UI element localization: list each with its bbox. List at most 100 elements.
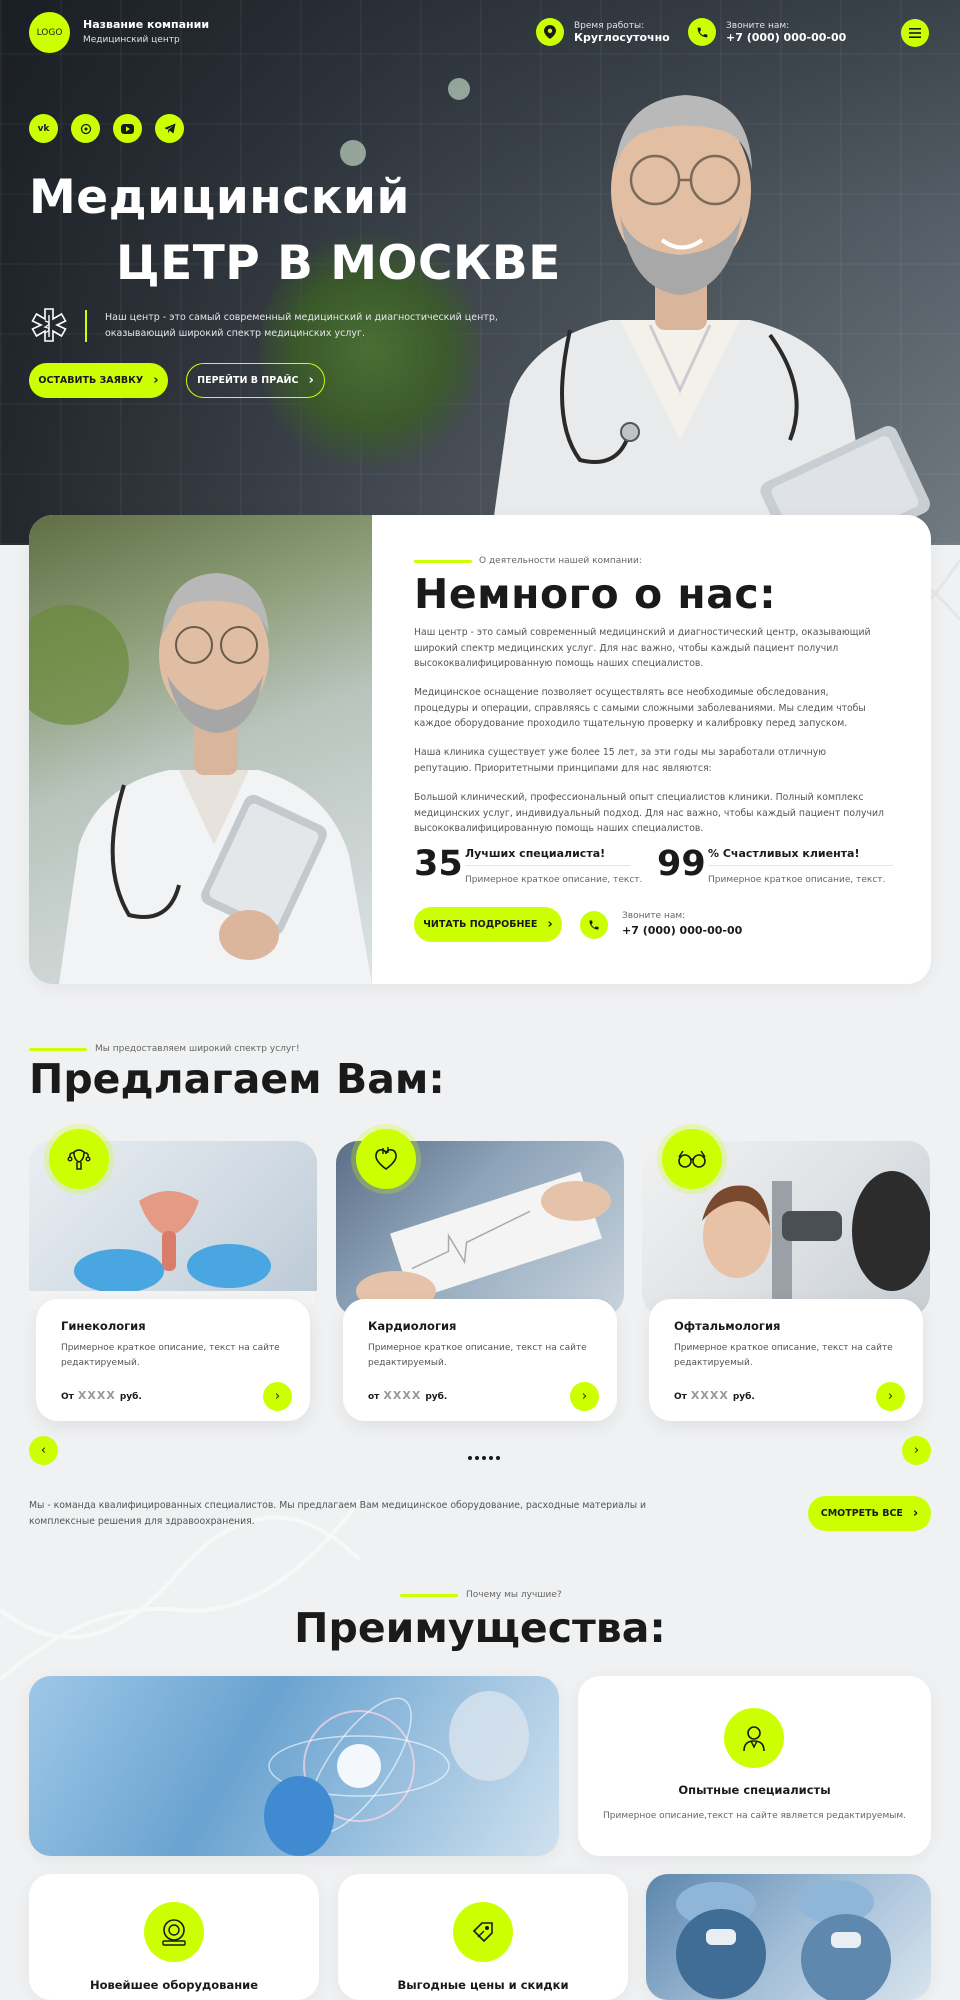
service-description: Примерное краткое описание, текст на сай… <box>61 1343 280 1368</box>
advantage-title: Новейшее оборудование <box>89 1978 259 1992</box>
price-currency: руб. <box>119 1392 142 1402</box>
service-card-body: Кардиология Примерное краткое описание, … <box>343 1299 617 1421</box>
price-from: От <box>674 1392 687 1402</box>
medical-star-icon <box>31 308 67 342</box>
slider-pagination[interactable] <box>468 1456 500 1460</box>
chevron-right-icon: › <box>308 373 314 388</box>
advantages-kicker: Почему мы лучшие? <box>466 1590 562 1600</box>
stat-number: 99 <box>657 844 706 884</box>
chevron-right-icon: › <box>153 373 159 388</box>
services-footer-text: Мы - команда квалифицированных специалис… <box>29 1500 647 1527</box>
chevron-right-icon: › <box>913 1443 920 1458</box>
heart-icon <box>356 1129 416 1189</box>
advantage-title: Опытные специалисты <box>678 1783 831 1797</box>
slider-next-button[interactable]: › <box>902 1436 931 1465</box>
service-title: Кардиология <box>368 1319 457 1333</box>
kicker-line <box>400 1594 458 1597</box>
service-card[interactable]: Кардиология Примерное краткое описание, … <box>336 1129 624 1421</box>
whatsapp-icon[interactable] <box>71 114 100 143</box>
hero-section: LOGO Название компании Медицинский центр… <box>0 0 960 545</box>
service-title: Офтальмология <box>674 1319 781 1333</box>
stat-divider <box>708 865 893 866</box>
hero-title-line1: Медицинский <box>29 170 410 225</box>
request-button[interactable]: ОСТАВИТЬ ЗАЯВКУ › <box>29 363 168 398</box>
stat-description: Примерное краткое описание, текст. <box>465 875 643 885</box>
mri-icon <box>144 1902 204 1962</box>
about-doctor-photo <box>29 515 372 984</box>
hero-divider <box>85 310 87 342</box>
about-paragraph: Большой клинический, профессиональный оп… <box>414 792 884 834</box>
hero-title-line2: ЦЕТР В МОСКВЕ <box>116 236 561 291</box>
price-button[interactable]: ПЕРЕЙТИ В ПРАЙС › <box>186 363 325 398</box>
menu-button[interactable] <box>901 19 929 47</box>
view-all-label: СМОТРЕТЬ ВСЕ <box>820 1508 903 1519</box>
chevron-right-icon: › <box>547 917 553 932</box>
advantage-card: Новейшее оборудование <box>29 1874 319 2000</box>
service-price: от XXXX руб. <box>368 1389 447 1402</box>
kicker-line <box>29 1048 87 1051</box>
telegram-icon[interactable] <box>155 114 184 143</box>
phone-label: Звоните нам: <box>726 20 790 31</box>
service-card[interactable]: Гинекология Примерное краткое описание, … <box>29 1129 317 1421</box>
read-more-button[interactable]: ЧИТАТЬ ПОДРОБНЕЕ › <box>414 907 562 942</box>
price-from: от <box>368 1392 380 1402</box>
hero-description: Наш центр - это самый современный медици… <box>105 312 498 339</box>
service-arrow-button[interactable]: › <box>263 1382 292 1411</box>
chevron-right-icon: › <box>581 1389 588 1404</box>
about-paragraph: Наш центр - это самый современный медици… <box>414 627 871 669</box>
advantage-card: Опытные специалисты Примерное описание,т… <box>578 1676 931 1856</box>
stat-divider <box>465 865 630 866</box>
uterus-icon <box>49 1129 109 1189</box>
doctor-photo <box>490 95 930 545</box>
view-all-button[interactable]: СМОТРЕТЬ ВСЕ › <box>808 1496 931 1531</box>
price-button-label: ПЕРЕЙТИ В ПРАЙС <box>197 375 299 386</box>
service-card-body: Гинекология Примерное краткое описание, … <box>36 1299 310 1421</box>
company-subtitle: Медицинский центр <box>83 35 180 45</box>
stat-title: % Счастливых клиента! <box>708 847 860 860</box>
service-card-body: Офтальмология Примерное краткое описание… <box>649 1299 923 1421</box>
bokeh-light <box>340 140 366 166</box>
logo[interactable]: LOGO <box>29 12 70 53</box>
phone-icon <box>688 18 716 46</box>
service-title: Гинекология <box>61 1319 146 1333</box>
price-value: XXXX <box>690 1389 729 1402</box>
advantages-image <box>29 1676 559 1856</box>
service-description: Примерное краткое описание, текст на сай… <box>674 1343 893 1368</box>
price-currency: руб. <box>732 1392 755 1402</box>
vk-icon[interactable]: vk <box>29 114 58 143</box>
kicker-line <box>414 560 472 563</box>
about-title: Немного о нас: <box>414 570 777 618</box>
about-phone-value[interactable]: +7 (000) 000-00-00 <box>622 924 742 937</box>
advantages-title: Преимущества: <box>294 1604 666 1652</box>
phone-icon[interactable] <box>580 911 608 939</box>
menu-icon <box>909 28 921 38</box>
discount-icon <box>453 1902 513 1962</box>
chevron-left-icon: ‹ <box>40 1443 47 1458</box>
service-card[interactable]: Офтальмология Примерное краткое описание… <box>642 1129 930 1421</box>
surgery-photo <box>646 1874 931 2000</box>
doctor-icon <box>724 1708 784 1768</box>
chevron-right-icon: › <box>274 1389 281 1404</box>
glasses-icon <box>662 1129 722 1189</box>
service-description: Примерное краткое описание, текст на сай… <box>368 1343 587 1368</box>
about-phone-label: Звоните нам: <box>622 911 686 921</box>
advantage-card: Выгодные цены и скидки <box>338 1874 628 2000</box>
hours-label: Время работы: <box>574 20 645 31</box>
about-paragraph: Наша клиника существует уже более 15 лет… <box>414 747 827 774</box>
price-currency: руб. <box>425 1392 448 1402</box>
service-arrow-button[interactable]: › <box>876 1382 905 1411</box>
company-name: Название компании <box>83 18 210 31</box>
youtube-icon[interactable] <box>113 114 142 143</box>
services-title: Предлагаем Вам: <box>29 1055 445 1103</box>
header-phone[interactable]: Звоните нам: +7 (000) 000-00-00 <box>688 18 846 46</box>
about-section: О деятельности нашей компании: Немного о… <box>29 515 931 984</box>
phone-value[interactable]: +7 (000) 000-00-00 <box>726 31 846 44</box>
price-from: От <box>61 1392 74 1402</box>
service-arrow-button[interactable]: › <box>570 1382 599 1411</box>
read-more-label: ЧИТАТЬ ПОДРОБНЕЕ <box>423 919 538 930</box>
hours-value: Круглосуточно <box>574 30 670 44</box>
advantage-description: Примерное описание,текст на сайте являет… <box>603 1811 906 1821</box>
services-kicker: Мы предоставляем широкий спектр услуг! <box>95 1044 300 1054</box>
about-paragraph: Медицинское оснащение позволяет осуществ… <box>414 687 866 729</box>
slider-prev-button[interactable]: ‹ <box>29 1436 58 1465</box>
